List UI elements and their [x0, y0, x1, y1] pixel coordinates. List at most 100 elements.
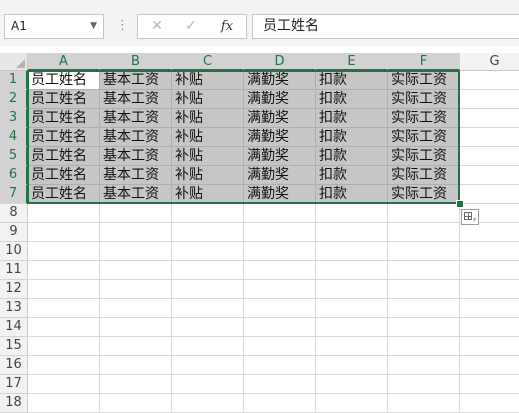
cell-a7[interactable]: 员工姓名	[28, 185, 100, 204]
cell-b7[interactable]: 基本工资	[100, 185, 172, 204]
cell-a3[interactable]: 员工姓名	[28, 109, 100, 128]
cell-f15[interactable]	[388, 337, 460, 356]
cell-a15[interactable]	[28, 337, 100, 356]
cell-a4[interactable]: 员工姓名	[28, 128, 100, 147]
cell-c3[interactable]: 补贴	[172, 109, 244, 128]
cell-b6[interactable]: 基本工资	[100, 166, 172, 185]
cell-f8[interactable]	[388, 204, 460, 223]
cell-e6[interactable]: 扣款	[316, 166, 388, 185]
cell-a6[interactable]: 员工姓名	[28, 166, 100, 185]
row-header-9[interactable]: 9	[0, 223, 28, 242]
cell-f7[interactable]: 实际工资	[388, 185, 460, 204]
cell-d17[interactable]	[244, 375, 316, 394]
cell-g9[interactable]	[460, 223, 519, 242]
row-header-8[interactable]: 8	[0, 204, 28, 223]
cell-g3[interactable]	[460, 109, 519, 128]
cell-b12[interactable]	[100, 280, 172, 299]
row-header-18[interactable]: 18	[0, 394, 28, 413]
formula-bar-grip-icon[interactable]: ⋮	[116, 15, 129, 37]
cell-d11[interactable]	[244, 261, 316, 280]
cell-b3[interactable]: 基本工资	[100, 109, 172, 128]
cell-f18[interactable]	[388, 394, 460, 413]
column-header-c[interactable]: C	[172, 53, 244, 71]
cell-e4[interactable]: 扣款	[316, 128, 388, 147]
row-header-3[interactable]: 3	[0, 109, 28, 128]
cell-g10[interactable]	[460, 242, 519, 261]
cell-c5[interactable]: 补贴	[172, 147, 244, 166]
cell-d8[interactable]	[244, 204, 316, 223]
cell-g2[interactable]	[460, 90, 519, 109]
cell-e15[interactable]	[316, 337, 388, 356]
cell-d14[interactable]	[244, 318, 316, 337]
cell-e7[interactable]: 扣款	[316, 185, 388, 204]
cell-d13[interactable]	[244, 299, 316, 318]
fill-handle[interactable]	[456, 200, 464, 208]
row-header-16[interactable]: 16	[0, 356, 28, 375]
cell-g4[interactable]	[460, 128, 519, 147]
cell-c8[interactable]	[172, 204, 244, 223]
cell-e1[interactable]: 扣款	[316, 71, 388, 90]
cell-f2[interactable]: 实际工资	[388, 90, 460, 109]
row-header-1[interactable]: 1	[0, 71, 28, 90]
cell-b10[interactable]	[100, 242, 172, 261]
cell-f1[interactable]: 实际工资	[388, 71, 460, 90]
cell-g11[interactable]	[460, 261, 519, 280]
cell-b5[interactable]: 基本工资	[100, 147, 172, 166]
row-header-10[interactable]: 10	[0, 242, 28, 261]
cell-a9[interactable]	[28, 223, 100, 242]
cell-e2[interactable]: 扣款	[316, 90, 388, 109]
cell-c12[interactable]	[172, 280, 244, 299]
cell-a17[interactable]	[28, 375, 100, 394]
cell-d3[interactable]: 满勤奖	[244, 109, 316, 128]
cell-c6[interactable]: 补贴	[172, 166, 244, 185]
select-all-button[interactable]	[0, 53, 28, 71]
cell-b11[interactable]	[100, 261, 172, 280]
cell-b1[interactable]: 基本工资	[100, 71, 172, 90]
cell-c1[interactable]: 补贴	[172, 71, 244, 90]
cell-f9[interactable]	[388, 223, 460, 242]
cell-c11[interactable]	[172, 261, 244, 280]
cell-f10[interactable]	[388, 242, 460, 261]
cell-d10[interactable]	[244, 242, 316, 261]
cell-c4[interactable]: 补贴	[172, 128, 244, 147]
row-header-6[interactable]: 6	[0, 166, 28, 185]
cell-e8[interactable]	[316, 204, 388, 223]
cell-d16[interactable]	[244, 356, 316, 375]
cell-c9[interactable]	[172, 223, 244, 242]
cell-b18[interactable]	[100, 394, 172, 413]
cell-b14[interactable]	[100, 318, 172, 337]
cell-e5[interactable]: 扣款	[316, 147, 388, 166]
cell-c16[interactable]	[172, 356, 244, 375]
cell-f6[interactable]: 实际工资	[388, 166, 460, 185]
cell-e18[interactable]	[316, 394, 388, 413]
column-header-f[interactable]: F	[388, 53, 460, 71]
cell-g1[interactable]	[460, 71, 519, 90]
cell-d15[interactable]	[244, 337, 316, 356]
cell-c2[interactable]: 补贴	[172, 90, 244, 109]
cell-g17[interactable]	[460, 375, 519, 394]
cell-a13[interactable]	[28, 299, 100, 318]
cell-f16[interactable]	[388, 356, 460, 375]
cell-e9[interactable]	[316, 223, 388, 242]
cell-c15[interactable]	[172, 337, 244, 356]
cell-d6[interactable]: 满勤奖	[244, 166, 316, 185]
cell-d2[interactable]: 满勤奖	[244, 90, 316, 109]
cell-f3[interactable]: 实际工资	[388, 109, 460, 128]
cell-c13[interactable]	[172, 299, 244, 318]
cell-a10[interactable]	[28, 242, 100, 261]
cell-a11[interactable]	[28, 261, 100, 280]
cell-d12[interactable]	[244, 280, 316, 299]
column-header-d[interactable]: D	[244, 53, 316, 71]
column-header-a[interactable]: A	[28, 53, 100, 71]
row-header-7[interactable]: 7	[0, 185, 28, 204]
cell-d5[interactable]: 满勤奖	[244, 147, 316, 166]
column-header-e[interactable]: E	[316, 53, 388, 71]
cell-a16[interactable]	[28, 356, 100, 375]
cell-e12[interactable]	[316, 280, 388, 299]
row-header-12[interactable]: 12	[0, 280, 28, 299]
cell-e11[interactable]	[316, 261, 388, 280]
cell-b2[interactable]: 基本工资	[100, 90, 172, 109]
cancel-icon[interactable]: ✕	[142, 15, 172, 38]
cell-c14[interactable]	[172, 318, 244, 337]
insert-function-button[interactable]: fx	[212, 15, 242, 38]
